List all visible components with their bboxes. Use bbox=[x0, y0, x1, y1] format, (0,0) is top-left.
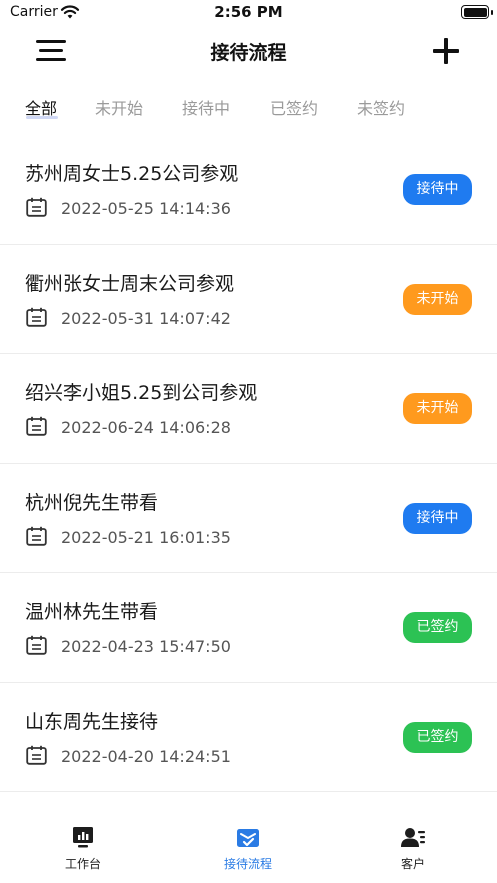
list-item[interactable]: 衢州张女士周末公司参观 2022-05-31 14:07:42 未开始 bbox=[0, 245, 497, 354]
status-badge: 已签约 bbox=[403, 612, 472, 643]
list-item[interactable]: 杭州倪先生带看 2022-05-21 16:01:35 接待中 bbox=[0, 464, 497, 573]
status-badge: 未开始 bbox=[403, 283, 472, 315]
tabbar-label: 客户 bbox=[400, 857, 425, 871]
status-badge: 接待中 bbox=[403, 502, 472, 534]
battery-icon bbox=[461, 5, 489, 19]
add-plus-icon[interactable] bbox=[433, 38, 459, 64]
calendar-icon bbox=[26, 526, 47, 546]
status-badge: 已签约 bbox=[403, 721, 472, 753]
tab-in-reception[interactable]: 接待中 bbox=[182, 95, 230, 119]
calendar-icon bbox=[26, 416, 47, 436]
list-item[interactable]: 苏州周女士5.25公司参观 2022-05-25 14:14:36 接待中 bbox=[0, 135, 497, 245]
calendar-icon bbox=[26, 197, 47, 217]
tab-signed[interactable]: 已签约 bbox=[270, 95, 318, 119]
record-time: 2022-05-31 14:07:42 bbox=[61, 308, 231, 328]
page-title: 接待流程 bbox=[210, 42, 287, 64]
status-time: 2:56 PM bbox=[214, 3, 283, 21]
list-item[interactable]: 绍兴李小姐5.25到公司参观 2022-06-24 14:06:28 未开始 bbox=[0, 354, 497, 464]
record-time: 2022-04-20 14:24:51 bbox=[61, 746, 231, 766]
status-badge: 未开始 bbox=[403, 393, 472, 424]
reception-flow-icon bbox=[237, 829, 259, 847]
record-time: 2022-05-21 16:01:35 bbox=[61, 527, 231, 547]
dashboard-monitor-icon bbox=[73, 827, 93, 848]
tabbar-label: 接待流程 bbox=[223, 857, 272, 871]
filter-tabs: 全部 未开始 接待中 已签约 未签约 bbox=[0, 92, 497, 122]
calendar-icon bbox=[26, 635, 47, 655]
calendar-icon bbox=[26, 307, 47, 327]
tabbar-reception-flow[interactable]: 接待流程 bbox=[188, 825, 308, 881]
tabbar-customer[interactable]: 客户 bbox=[353, 825, 473, 881]
record-title: 温州林先生带看 bbox=[25, 601, 159, 623]
status-badge: 接待中 bbox=[403, 174, 472, 205]
tabbar-workbench[interactable]: 工作台 bbox=[23, 825, 143, 881]
record-title: 山东周先生接待 bbox=[25, 710, 159, 733]
hamburger-menu-icon[interactable] bbox=[36, 40, 66, 62]
customer-list-icon bbox=[401, 828, 425, 847]
status-bar: Carrier 2:56 PM bbox=[0, 0, 497, 26]
calendar-icon bbox=[26, 745, 47, 765]
record-time: 2022-06-24 14:06:28 bbox=[61, 418, 231, 437]
reception-list: 苏州周女士5.25公司参观 2022-05-25 14:14:36 接待中 衢州… bbox=[0, 135, 497, 792]
tabbar-label: 工作台 bbox=[64, 857, 101, 871]
record-time: 2022-05-25 14:14:36 bbox=[61, 199, 231, 218]
tab-active-indicator bbox=[26, 116, 58, 119]
record-title: 衢州张女士周末公司参观 bbox=[25, 272, 235, 295]
record-title: 杭州倪先生带看 bbox=[25, 491, 159, 514]
navigation-bar: 接待流程 bbox=[0, 26, 497, 76]
tab-not-started[interactable]: 未开始 bbox=[95, 95, 143, 119]
bottom-tab-bar: 工作台 接待流程 客户 bbox=[0, 821, 497, 883]
list-item[interactable]: 温州林先生带看 2022-04-23 15:47:50 已签约 bbox=[0, 573, 497, 683]
tab-unsigned[interactable]: 未签约 bbox=[357, 95, 405, 119]
record-time: 2022-04-23 15:47:50 bbox=[61, 637, 231, 656]
list-item[interactable]: 山东周先生接待 2022-04-20 14:24:51 已签约 bbox=[0, 683, 497, 792]
record-title: 绍兴李小姐5.25到公司参观 bbox=[25, 382, 258, 404]
record-title: 苏州周女士5.25公司参观 bbox=[25, 163, 239, 185]
